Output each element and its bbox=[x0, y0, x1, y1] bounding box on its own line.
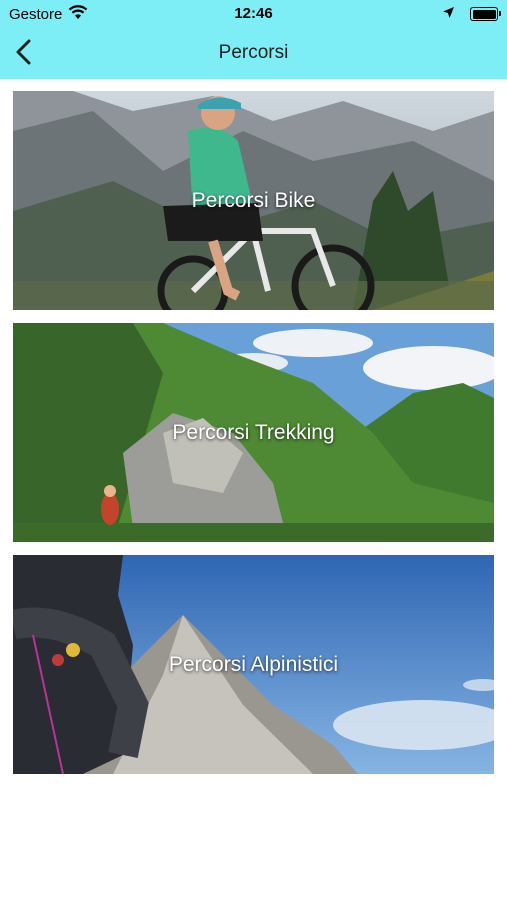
page-title: Percorsi bbox=[218, 42, 289, 63]
route-card-bike[interactable]: Percorsi Bike bbox=[13, 91, 494, 310]
route-card-alpinistici[interactable]: Percorsi Alpinistici bbox=[13, 555, 494, 774]
status-time: 12:46 bbox=[234, 5, 273, 22]
app-header: Gestore 12:46 Percorsi bbox=[0, 0, 507, 79]
route-label-alpinistici: Percorsi Alpinistici bbox=[168, 652, 339, 676]
route-card-trekking[interactable]: Percorsi Trekking bbox=[13, 323, 494, 542]
location-arrow-icon bbox=[442, 6, 455, 23]
battery-icon bbox=[470, 7, 501, 21]
route-label-trekking: Percorsi Trekking bbox=[172, 420, 335, 444]
status-bar: Gestore 12:46 bbox=[0, 0, 507, 28]
route-label-bike: Percorsi Bike bbox=[191, 188, 316, 212]
navigation-bar: Percorsi bbox=[0, 28, 507, 79]
